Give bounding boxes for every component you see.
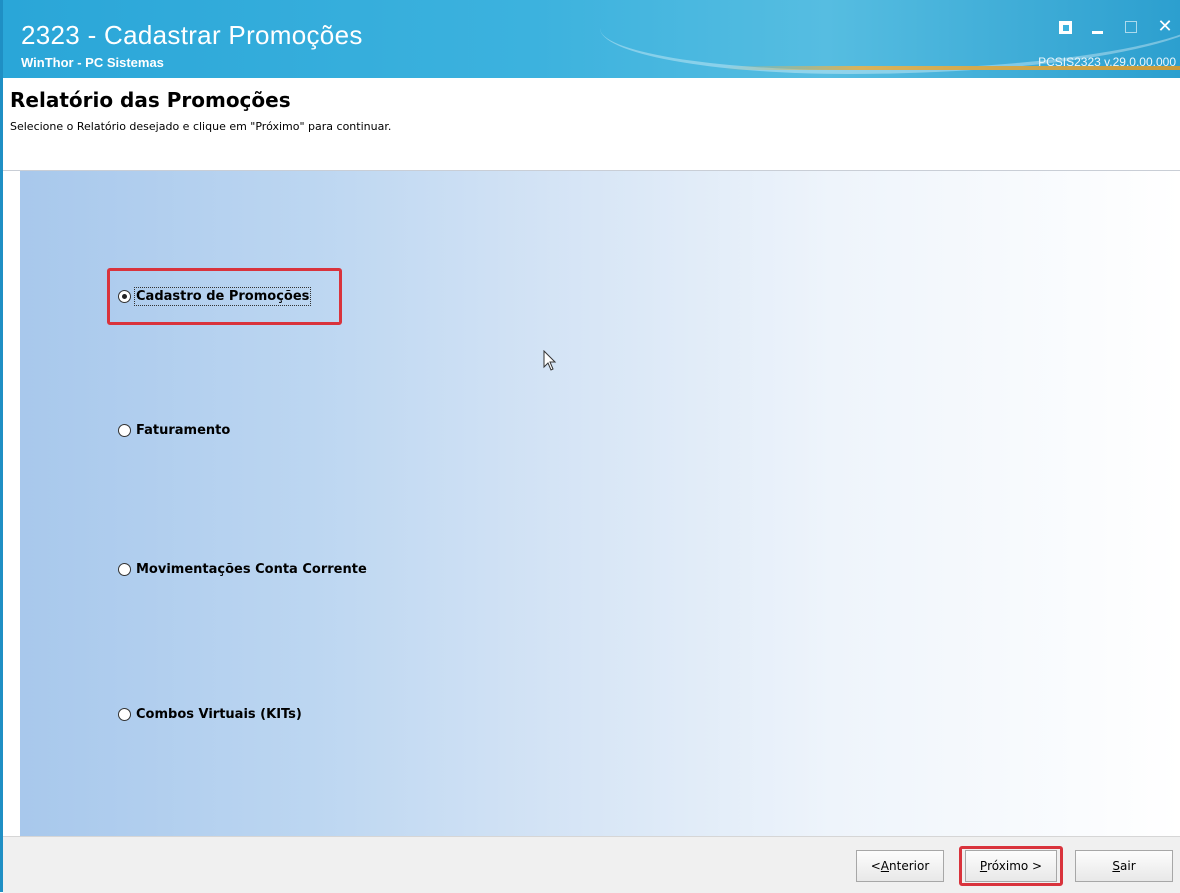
page-header: Relatório das Promoções Selecione o Rela… [3, 78, 1180, 171]
page-title: Relatório das Promoções [10, 88, 291, 112]
left-margin [3, 171, 20, 836]
radio-combos-virtuais[interactable]: Combos Virtuais (KITs) [118, 707, 302, 722]
radio-label: Combos Virtuais (KITs) [136, 707, 302, 722]
window-title: 2323 - Cadastrar Promoções [21, 20, 363, 50]
close-icon[interactable]: ✕ [1156, 18, 1174, 36]
minimize-icon[interactable] [1088, 18, 1106, 36]
previous-button[interactable]: < Anterior [856, 850, 944, 882]
previous-button-label: nterior [889, 859, 930, 873]
radio-label: Movimentações Conta Corrente [136, 562, 367, 577]
next-button-accelerator: P [979, 859, 988, 873]
radio-button[interactable] [118, 424, 131, 437]
next-button[interactable]: Próximo > [965, 850, 1057, 882]
application-window: 2323 - Cadastrar Promoções WinThor - PC … [0, 0, 1180, 893]
exit-button-label: air [1120, 859, 1136, 873]
maximize-icon[interactable] [1122, 18, 1140, 36]
radio-label: Cadastro de Promoções [133, 287, 312, 306]
radio-faturamento[interactable]: Faturamento [118, 423, 230, 438]
previous-button-accelerator: A [880, 859, 890, 873]
page-instruction: Selecione o Relatório desejado e clique … [10, 120, 392, 133]
window-subtitle: WinThor - PC Sistemas [21, 55, 164, 70]
radio-cadastro-promocoes[interactable]: Cadastro de Promoções [118, 287, 312, 306]
previous-button-prefix: < [870, 859, 881, 873]
mouse-pointer-icon [543, 350, 557, 371]
exit-button[interactable]: Sair [1075, 850, 1173, 882]
exit-button-accelerator: S [1112, 859, 1120, 873]
radio-movimentacoes-conta-corrente[interactable]: Movimentações Conta Corrente [118, 562, 367, 577]
radio-label: Faturamento [136, 423, 231, 438]
radio-button[interactable] [118, 563, 131, 576]
window-controls: ✕ [1059, 18, 1174, 36]
version-label: PCSIS2323 v.29.0.00.000 [1038, 55, 1176, 69]
title-bar[interactable]: 2323 - Cadastrar Promoções WinThor - PC … [3, 0, 1180, 78]
radio-button-checked[interactable] [118, 290, 131, 303]
radio-button[interactable] [118, 708, 131, 721]
restore-icon[interactable] [1059, 20, 1072, 34]
next-button-label: róximo > [987, 859, 1043, 873]
